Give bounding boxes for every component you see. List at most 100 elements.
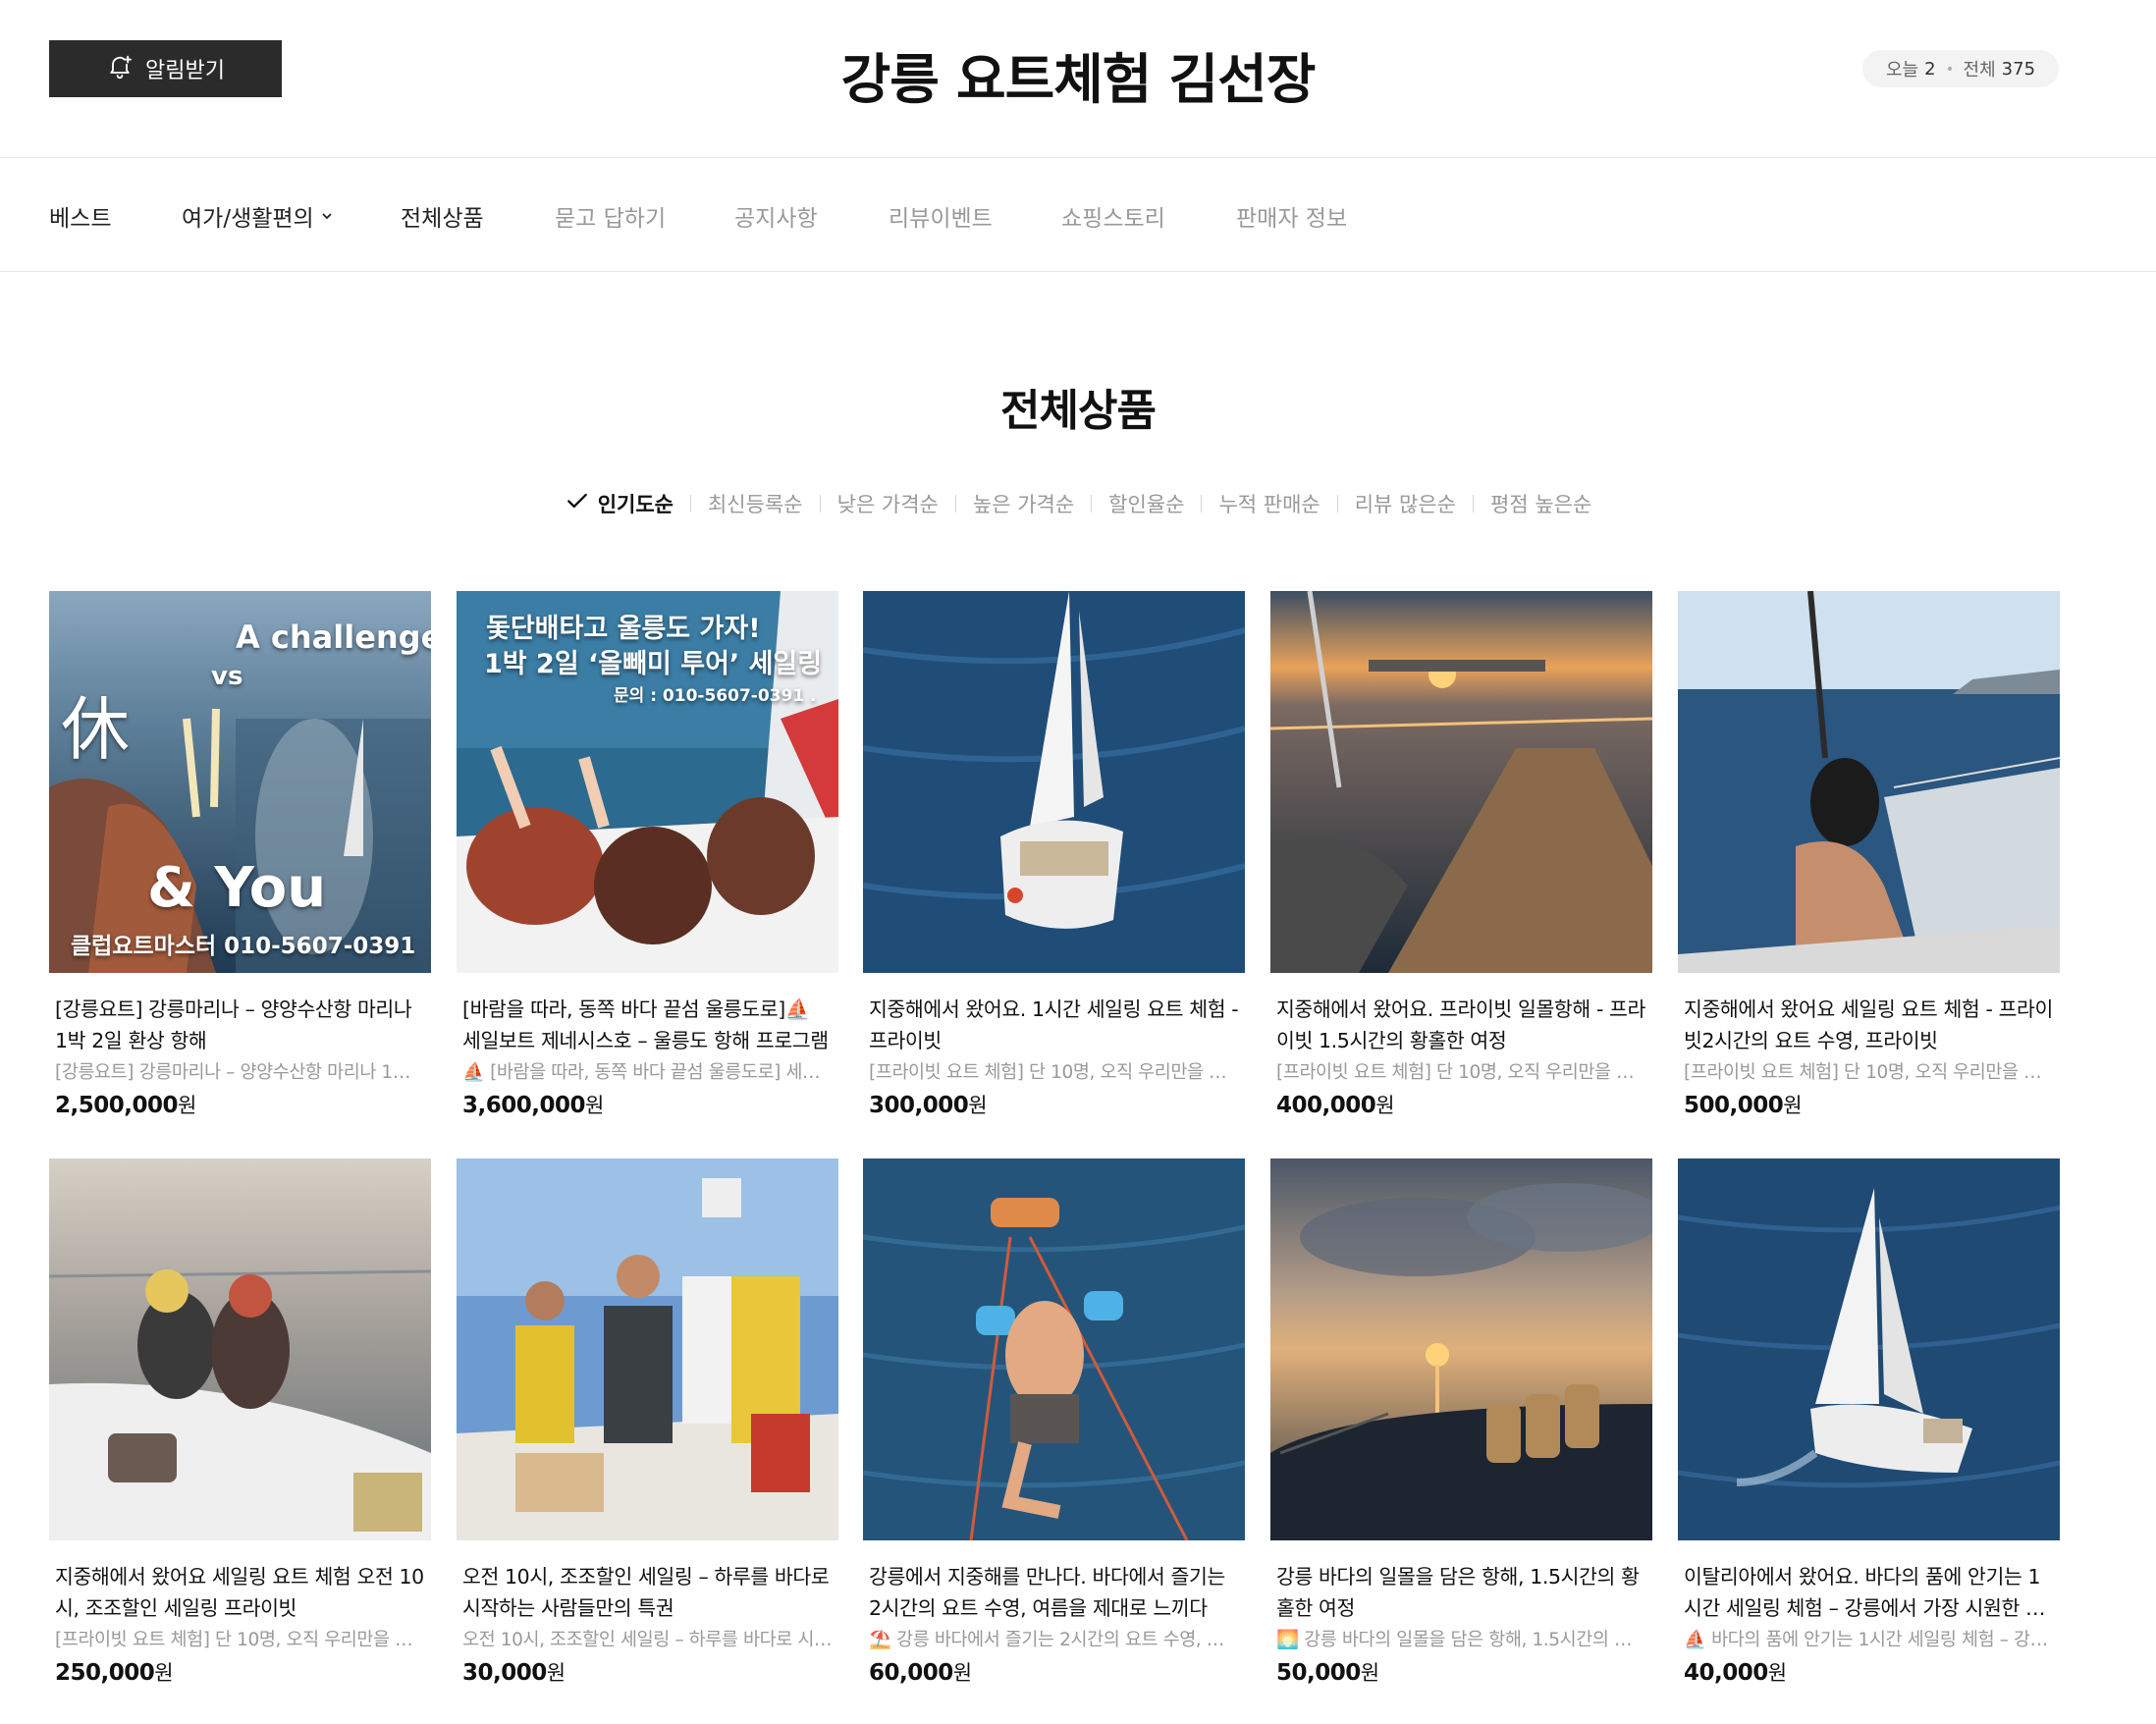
product-description: [강릉요트] 강릉마리나 – 양양수산항 마리나 1박 2일 환상 항해 xyxy=(55,1062,431,1083)
product-description: ⛵ [바람을 따라, 동쪽 바다 끝섬 울릉도로] 세일보트 제네시스호 xyxy=(462,1062,838,1083)
product-image[interactable] xyxy=(1270,591,1652,973)
product-title[interactable]: 강릉에서 지중해를 만나다. 바다에서 즐기는 2시간의 요트 수영, 여름을 … xyxy=(863,1561,1245,1624)
currency-unit: 원 xyxy=(1783,1094,1803,1117)
product-title[interactable]: 강릉 바다의 일몰을 담은 항해, 1.5시간의 황홀한 여정 xyxy=(1270,1561,1652,1624)
product-title[interactable]: [바람을 따라, 동쪽 바다 끝섬 울릉도로]⛵ 세일보트 제네시스호 – 울릉… xyxy=(457,994,838,1056)
product-description: [프라이빗 요트 체험] 단 10명, 오직 우리만을 위한 일몰항해 xyxy=(1276,1062,1652,1083)
nav-label: 베스트 xyxy=(49,206,112,232)
visit-counter: 오늘 2 전체 375 xyxy=(1862,50,2059,87)
thumb-caption: vs xyxy=(211,662,243,691)
currency-unit: 원 xyxy=(178,1094,197,1117)
product-image[interactable]: A challenge vs 休 & You 클럽요트마스터 010-5607-… xyxy=(49,591,431,973)
sort-label: 평점 높은순 xyxy=(1490,492,1592,516)
currency-unit: 원 xyxy=(952,1661,973,1685)
total-label: 전체 xyxy=(1963,60,1996,81)
sort-option-popular[interactable]: 인기도순 xyxy=(548,488,690,518)
product-price: 50,000원 xyxy=(1270,1657,1652,1689)
product-card[interactable]: 강릉 바다의 일몰을 담은 항해, 1.5시간의 황홀한 여정 🌅 강릉 바다의… xyxy=(1270,1158,1652,1689)
nav-item-all-products[interactable]: 전체상품 xyxy=(401,199,484,233)
sort-option-reviews[interactable]: 리뷰 많은순 xyxy=(1338,489,1473,518)
product-title[interactable]: 지중해에서 왔어요. 1시간 세일링 요트 체험 - 프라이빗 xyxy=(863,994,1245,1056)
product-card[interactable]: 지중해에서 왔어요. 프라이빗 일몰항해 - 프라이빗 1.5시간의 황홀한 여… xyxy=(1270,591,1652,1121)
product-description: [프라이빗 요트 체험] 단 10명, 오직 우리만을 위한 2시간 xyxy=(1684,1062,2060,1083)
thumb-caption: A challenge xyxy=(236,619,431,656)
nav-label: 전체상품 xyxy=(401,206,484,232)
sort-label: 최신등록순 xyxy=(707,492,803,516)
nav-label: 리뷰이벤트 xyxy=(889,206,993,232)
product-card[interactable]: 이탈리아에서 왔어요. 바다의 품에 안기는 1시간 세일링 체험 – 강릉에서… xyxy=(1678,1158,2060,1689)
product-image[interactable] xyxy=(457,1158,838,1540)
price-value: 60,000 xyxy=(869,1660,953,1686)
sort-option-sales[interactable]: 누적 판매순 xyxy=(1202,489,1336,518)
thumb-caption: 1박 2일 ‘올빼미 투어’ 세일링 xyxy=(484,649,823,679)
nav-item-qna[interactable]: 묻고 답하기 xyxy=(555,199,666,233)
sort-label: 인기도순 xyxy=(597,492,674,516)
currency-unit: 원 xyxy=(1767,1661,1788,1685)
product-price: 30,000원 xyxy=(457,1657,838,1689)
product-description: [프라이빗 요트 체험] 단 10명, 오직 우리만을 위한 오전 세일링 xyxy=(55,1630,431,1650)
today-label: 오늘 xyxy=(1885,60,1919,81)
product-price: 3,600,000원 xyxy=(457,1090,838,1121)
product-title[interactable]: 오전 10시, 조조할인 세일링 – 하루를 바다로 시작하는 사람들만의 특권 xyxy=(457,1561,838,1624)
product-card[interactable]: A challenge vs 休 & You 클럽요트마스터 010-5607-… xyxy=(49,591,431,1121)
product-title[interactable]: 지중해에서 왔어요 세일링 요트 체험 오전 10시, 조조할인 세일링 프라이… xyxy=(49,1561,431,1624)
sort-label: 리뷰 많은순 xyxy=(1354,492,1456,516)
product-title[interactable]: [강릉요트] 강릉마리나 – 양양수산항 마리나 1박 2일 환상 항해 xyxy=(49,994,431,1056)
sort-option-price-high[interactable]: 높은 가격순 xyxy=(956,489,1091,518)
category-nav: 베스트 여가/생활편의 전체상품 묻고 답하기 공지사항 리뷰이벤트 쇼핑스토리… xyxy=(0,157,2156,272)
currency-unit: 원 xyxy=(154,1661,174,1685)
product-card[interactable]: 강릉에서 지중해를 만나다. 바다에서 즐기는 2시간의 요트 수영, 여름을 … xyxy=(863,1158,1245,1689)
store-title: 강릉 요트체험 김선장 xyxy=(840,48,1317,111)
currency-unit: 원 xyxy=(1360,1661,1380,1685)
product-image[interactable] xyxy=(1270,1158,1652,1540)
product-image[interactable] xyxy=(1678,591,2060,973)
nav-item-notice[interactable]: 공지사항 xyxy=(734,199,818,233)
product-price: 40,000원 xyxy=(1678,1657,2060,1689)
nav-label: 공지사항 xyxy=(734,206,818,232)
product-image[interactable]: 돛단배타고 울릉도 가자! 1박 2일 ‘올빼미 투어’ 세일링 문의 : 01… xyxy=(457,591,838,973)
sort-option-rating[interactable]: 평점 높은순 xyxy=(1474,489,1608,518)
nav-item-seller-info[interactable]: 판매자 정보 xyxy=(1236,199,1347,233)
notify-label: 알림받기 xyxy=(145,59,225,83)
thumb-caption: 문의 : 010-5607-0391 . xyxy=(614,686,817,706)
product-description: ⛱️ 강릉 바다에서 즐기는 2시간의 요트 수영, 여름을 제대로 느끼다 xyxy=(869,1630,1245,1650)
thumb-caption: 돛단배타고 울릉도 가자! xyxy=(486,614,761,644)
product-card[interactable]: 지중해에서 왔어요. 1시간 세일링 요트 체험 - 프라이빗 [프라이빗 요트… xyxy=(863,591,1245,1121)
sort-bar: 인기도순 최신등록순 낮은 가격순 높은 가격순 할인율순 누적 판매순 리뷰 … xyxy=(0,488,2156,518)
sort-label: 낮은 가격순 xyxy=(836,492,939,516)
chevron-down-icon xyxy=(320,203,334,229)
product-title[interactable]: 지중해에서 왔어요 세일링 요트 체험 - 프라이빗2시간의 요트 수영, 프라… xyxy=(1678,994,2060,1056)
product-card[interactable]: 돛단배타고 울릉도 가자! 1박 2일 ‘올빼미 투어’ 세일링 문의 : 01… xyxy=(457,591,838,1121)
sort-option-newest[interactable]: 최신등록순 xyxy=(691,489,820,518)
product-card[interactable]: 오전 10시, 조조할인 세일링 – 하루를 바다로 시작하는 사람들만의 특권… xyxy=(457,1158,838,1689)
product-title[interactable]: 이탈리아에서 왔어요. 바다의 품에 안기는 1시간 세일링 체험 – 강릉에서… xyxy=(1678,1561,2060,1624)
product-price: 2,500,000원 xyxy=(49,1090,431,1121)
currency-unit: 원 xyxy=(968,1094,988,1117)
product-image[interactable] xyxy=(863,591,1245,973)
price-value: 40,000 xyxy=(1684,1660,1768,1686)
sort-label: 할인율순 xyxy=(1108,492,1185,516)
product-card[interactable]: 지중해에서 왔어요 세일링 요트 체험 - 프라이빗2시간의 요트 수영, 프라… xyxy=(1678,591,2060,1121)
sort-label: 높은 가격순 xyxy=(972,492,1075,516)
nav-item-shopping-story[interactable]: 쇼핑스토리 xyxy=(1061,199,1165,233)
notify-button[interactable]: 알림받기 xyxy=(49,40,282,97)
product-title[interactable]: 지중해에서 왔어요. 프라이빗 일몰항해 - 프라이빗 1.5시간의 황홀한 여… xyxy=(1270,994,1652,1056)
sort-option-price-low[interactable]: 낮은 가격순 xyxy=(821,489,955,518)
product-image[interactable] xyxy=(863,1158,1245,1540)
product-image[interactable] xyxy=(1678,1158,2060,1540)
nav-item-review-event[interactable]: 리뷰이벤트 xyxy=(889,199,993,233)
product-price: 500,000원 xyxy=(1678,1090,2060,1121)
nav-label: 판매자 정보 xyxy=(1236,206,1348,232)
product-image[interactable] xyxy=(49,1158,431,1540)
price-value: 500,000 xyxy=(1684,1093,1784,1118)
product-card[interactable]: 지중해에서 왔어요 세일링 요트 체험 오전 10시, 조조할인 세일링 프라이… xyxy=(49,1158,431,1689)
check-icon xyxy=(565,488,590,518)
nav-item-best[interactable]: 베스트 xyxy=(49,199,111,233)
sort-option-discount[interactable]: 할인율순 xyxy=(1092,489,1201,518)
nav-item-leisure[interactable]: 여가/생활편의 xyxy=(182,199,334,233)
separator-dot xyxy=(1947,67,1952,71)
product-description: ⛵ 바다의 품에 안기는 1시간 세일링 체험 – 강릉에서 가장 시원한 여름 xyxy=(1684,1630,2060,1650)
currency-unit: 원 xyxy=(546,1661,566,1685)
thumb-caption: 休 xyxy=(61,689,130,770)
sort-label: 누적 판매순 xyxy=(1218,492,1321,516)
